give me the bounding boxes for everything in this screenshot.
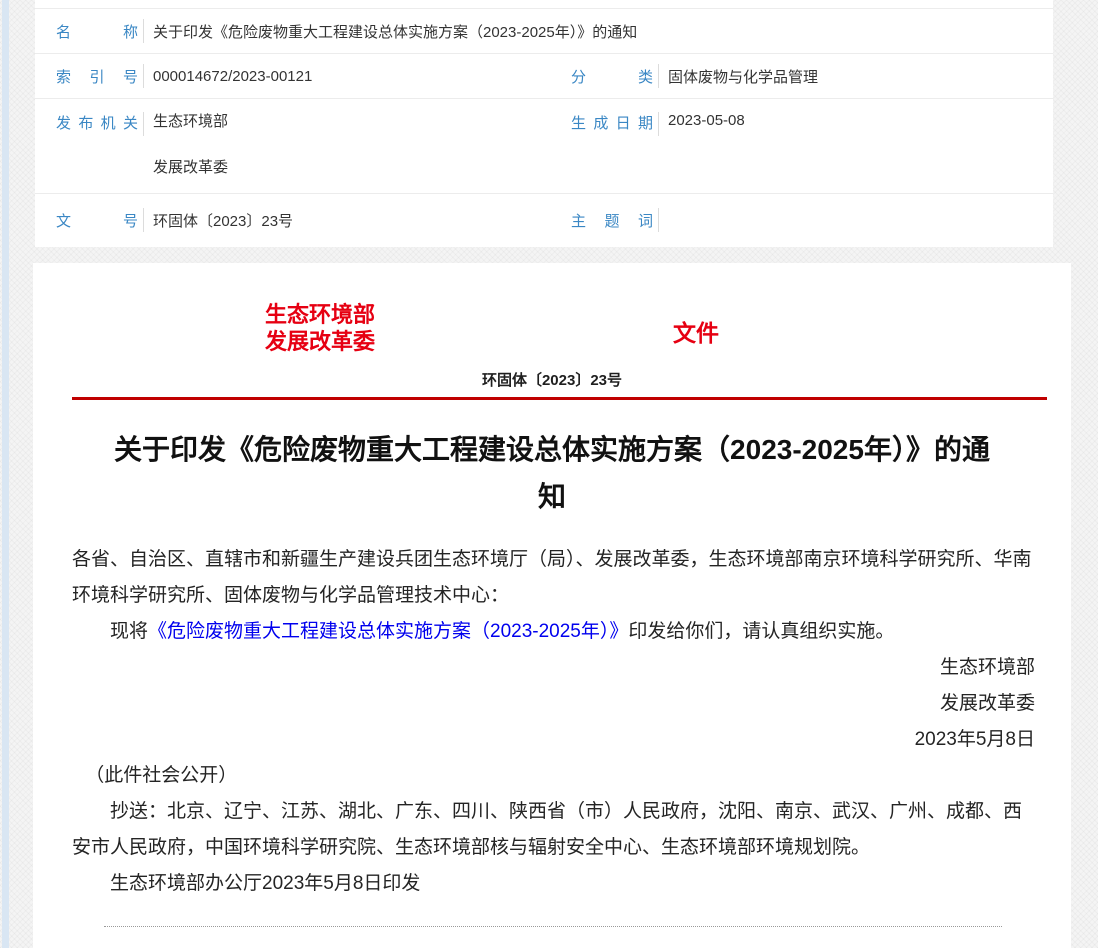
meta-value-date: 2023-05-08	[668, 112, 745, 129]
label-divider	[658, 112, 659, 136]
cc-note: 抄送：北京、辽宁、江苏、湖北、广东、四川、陕西省（市）人民政府，沈阳、南京、武汉…	[72, 794, 1035, 866]
meta-value-docno: 环固体〔2023〕23号	[153, 210, 293, 231]
plan-link[interactable]: 《危险废物重大工程建设总体实施方案（2023-2025年）》	[148, 621, 628, 642]
salutation: 各省、自治区、直辖市和新疆生产建设兵团生态环境厅（局）、发展改革委，生态环境部南…	[72, 542, 1035, 614]
letterhead-file-label: 文件	[673, 314, 719, 348]
meta-label-date: 生成日期	[571, 112, 653, 133]
meta-label-docno: 文号	[56, 210, 138, 231]
document-title: 关于印发《危险废物重大工程建设总体实施方案（2023-2025年）》的通知	[112, 426, 992, 520]
signature-agency-1: 生态环境部	[72, 650, 1035, 686]
label-divider	[658, 64, 659, 88]
meta-row-issuer-date: 发布机关 生态环境部 发展改革委 生成日期 2023-05-08	[35, 98, 1053, 193]
body-paragraph: 现将《危险废物重大工程建设总体实施方案（2023-2025年）》印发给你们，请认…	[72, 614, 1035, 650]
signature-block: 生态环境部 发展改革委 2023年5月8日	[72, 650, 1035, 758]
label-divider	[143, 19, 144, 43]
document-number: 环固体〔2023〕23号	[33, 369, 1071, 390]
meta-label-subject: 主题词	[571, 210, 653, 231]
body-suffix: 印发给你们，请认真组织实施。	[628, 621, 894, 642]
red-rule	[72, 397, 1047, 400]
meta-row-docno-subject: 文号 环固体〔2023〕23号 主题词	[35, 193, 1053, 246]
issuer-line-2: 发展改革委	[153, 158, 228, 178]
public-disclosure-note: （此件社会公开）	[72, 758, 1035, 794]
signature-date: 2023年5月8日	[72, 722, 1035, 758]
meta-value-index: 000014672/2023-00121	[153, 68, 312, 85]
meta-value-name: 关于印发《危险废物重大工程建设总体实施方案（2023-2025年）》的通知	[153, 21, 637, 42]
document-sheet: 生态环境部 发展改革委 文件 环固体〔2023〕23号 关于印发《危险废物重大工…	[33, 263, 1071, 948]
meta-label-category: 分类	[571, 66, 653, 87]
print-note: 生态环境部办公厅2023年5月8日印发	[72, 866, 1035, 902]
issuer-line-1: 生态环境部	[153, 112, 228, 132]
meta-row-name: 名称 关于印发《危险废物重大工程建设总体实施方案（2023-2025年）》的通知	[35, 8, 1053, 53]
meta-label-name: 名称	[56, 21, 138, 42]
letterhead: 生态环境部 发展改革委 文件	[33, 301, 1071, 355]
meta-label-index: 索引号	[56, 66, 138, 87]
letterhead-agency-1: 生态环境部	[265, 301, 375, 328]
letterhead-agencies: 生态环境部 发展改革委	[265, 301, 375, 355]
document-text: 各省、自治区、直辖市和新疆生产建设兵团生态环境厅（局）、发展改革委，生态环境部南…	[72, 542, 1035, 927]
label-divider	[658, 208, 659, 232]
letterhead-agency-2: 发展改革委	[265, 328, 375, 355]
label-divider	[143, 112, 144, 136]
metadata-table: 名称 关于印发《危险废物重大工程建设总体实施方案（2023-2025年）》的通知…	[35, 0, 1053, 247]
dotted-divider	[104, 926, 1002, 927]
body-prefix: 现将	[110, 621, 148, 642]
meta-row-index-category: 索引号 000014672/2023-00121 分类 固体废物与化学品管理	[35, 53, 1053, 98]
meta-value-category: 固体废物与化学品管理	[668, 66, 818, 87]
label-divider	[143, 64, 144, 88]
left-edge-strip	[2, 0, 9, 948]
label-divider	[143, 208, 144, 232]
meta-label-issuer: 发布机关	[56, 112, 138, 133]
meta-value-issuer: 生态环境部 发展改革委	[153, 112, 228, 178]
signature-agency-2: 发展改革委	[72, 686, 1035, 722]
